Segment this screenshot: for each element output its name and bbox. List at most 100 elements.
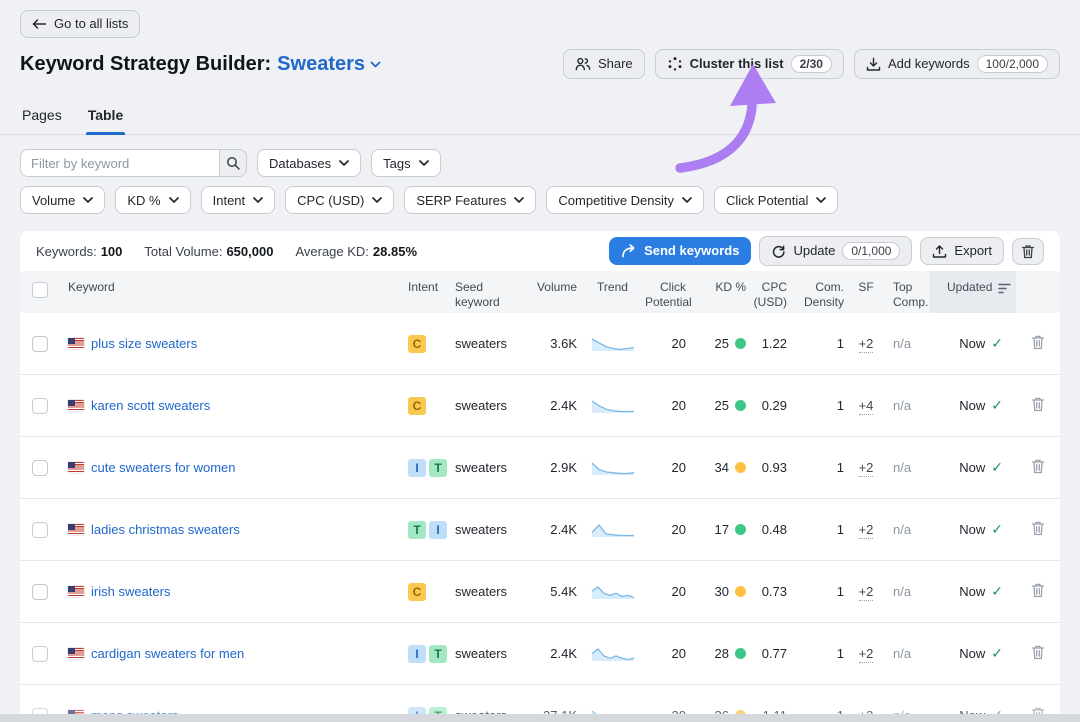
- keyword-link[interactable]: cute sweaters for women: [91, 460, 236, 475]
- search-button[interactable]: [219, 149, 247, 177]
- tab-pages[interactable]: Pages: [20, 101, 64, 134]
- send-keywords-button[interactable]: Send keywords: [609, 237, 751, 265]
- list-stats: Keywords:100 Total Volume:650,000 Averag…: [36, 244, 417, 259]
- intent-badge-T: T: [408, 521, 426, 539]
- chevron-down-icon: [816, 197, 826, 203]
- kd-value: 34: [700, 460, 750, 475]
- filter-keyword-input[interactable]: [20, 149, 219, 177]
- delete-row-button[interactable]: [1029, 642, 1047, 665]
- row-checkbox[interactable]: [32, 584, 48, 600]
- page: Go to all lists Keyword Strategy Builder…: [0, 0, 1080, 722]
- export-button[interactable]: Export: [920, 237, 1004, 265]
- row-checkbox[interactable]: [32, 460, 48, 476]
- filter-dropdown-intent[interactable]: Intent: [201, 186, 276, 214]
- volume-value: 2.9K: [525, 460, 580, 475]
- delete-row-button[interactable]: [1029, 394, 1047, 417]
- col-header-keyword[interactable]: Keyword: [60, 271, 400, 313]
- serp-features-count[interactable]: +2: [859, 460, 874, 477]
- updated-check-icon: ✓: [991, 397, 1003, 414]
- col-header-top-comp[interactable]: Top Comp.: [884, 271, 930, 313]
- intent-cell: C: [400, 397, 450, 415]
- filter-dropdown-volume[interactable]: Volume: [20, 186, 105, 214]
- serp-features-count[interactable]: +4: [859, 398, 874, 415]
- databases-dropdown[interactable]: Databases: [257, 149, 361, 177]
- col-header-intent[interactable]: Intent: [400, 271, 450, 313]
- list-name-dropdown[interactable]: Sweaters: [277, 53, 381, 76]
- keyword-link[interactable]: cardigan sweaters for men: [91, 646, 244, 661]
- serp-features-count[interactable]: +2: [859, 646, 874, 663]
- updated-check-icon: ✓: [991, 583, 1003, 600]
- intent-badge-I: I: [408, 645, 426, 663]
- cluster-button-label: Cluster this list: [690, 56, 784, 72]
- filter-dropdown-competitive-density[interactable]: Competitive Density: [546, 186, 704, 214]
- share-button[interactable]: Share: [563, 49, 645, 79]
- row-checkbox[interactable]: [32, 646, 48, 662]
- col-header-com-density[interactable]: Com. Density: [792, 271, 848, 313]
- delete-list-button[interactable]: [1012, 238, 1044, 265]
- kd-dot-green: [735, 524, 746, 535]
- col-header-trend[interactable]: Trend: [580, 271, 645, 313]
- filter-dropdown-label: Volume: [32, 193, 75, 208]
- trend-cell: [580, 522, 645, 538]
- col-header-sf[interactable]: SF: [848, 271, 884, 313]
- update-button-label: Update: [793, 243, 835, 259]
- col-header-updated[interactable]: Updated: [930, 271, 1016, 313]
- kd-dot-green: [735, 338, 746, 349]
- trend-sparkline-chart: [591, 522, 635, 538]
- table-row: irish sweatersCsweaters5.4K20300.731+2n/…: [20, 561, 1060, 623]
- cluster-icon: [667, 56, 683, 72]
- tab-table[interactable]: Table: [86, 101, 126, 134]
- delete-row-button[interactable]: [1029, 518, 1047, 541]
- col-header-cpc[interactable]: CPC (USD): [750, 271, 792, 313]
- cpc-value: 0.29: [750, 398, 792, 413]
- keyword-link[interactable]: karen scott sweaters: [91, 398, 210, 413]
- top-comp-value: n/a: [884, 398, 930, 413]
- row-checkbox[interactable]: [32, 336, 48, 352]
- refresh-icon: [771, 244, 786, 259]
- serp-features-count[interactable]: +2: [859, 522, 874, 539]
- top-comp-value: n/a: [884, 646, 930, 661]
- delete-row-button[interactable]: [1029, 456, 1047, 479]
- serp-features-count[interactable]: +2: [859, 336, 874, 353]
- intent-badge-C: C: [408, 583, 426, 601]
- send-arrow-icon: [621, 244, 637, 258]
- trend-sparkline-chart: [591, 646, 635, 662]
- cpc-value: 0.48: [750, 522, 792, 537]
- filter-dropdown-serp-features[interactable]: SERP Features: [404, 186, 536, 214]
- top-comp-value: n/a: [884, 584, 930, 599]
- delete-row-button[interactable]: [1029, 580, 1047, 603]
- intent-badge-T: T: [429, 459, 447, 477]
- trash-icon: [1031, 334, 1045, 350]
- updated-value: Now: [959, 336, 985, 351]
- row-checkbox[interactable]: [32, 398, 48, 414]
- trash-icon: [1031, 644, 1045, 660]
- go-to-all-lists-button[interactable]: Go to all lists: [20, 10, 140, 38]
- update-button[interactable]: Update 0/1,000: [759, 236, 912, 266]
- keyword-link[interactable]: plus size sweaters: [91, 336, 197, 351]
- trend-sparkline-chart: [591, 584, 635, 600]
- col-header-seed-keyword[interactable]: Seed keyword: [450, 271, 525, 313]
- cluster-this-list-button[interactable]: Cluster this list 2/30: [655, 49, 844, 79]
- serp-features-count[interactable]: +2: [859, 584, 874, 601]
- filter-dropdown-click-potential[interactable]: Click Potential: [714, 186, 838, 214]
- add-keywords-button[interactable]: Add keywords 100/2,000: [854, 49, 1060, 79]
- cpc-value: 1.22: [750, 336, 792, 351]
- select-all-checkbox[interactable]: [32, 282, 48, 298]
- add-keywords-badge: 100/2,000: [977, 55, 1048, 73]
- tags-dropdown-label: Tags: [383, 156, 410, 171]
- row-checkbox[interactable]: [32, 522, 48, 538]
- trend-cell: [580, 646, 645, 662]
- col-header-kd[interactable]: KD %: [700, 271, 750, 313]
- delete-row-button[interactable]: [1029, 332, 1047, 355]
- filter-dropdown-kd[interactable]: KD %: [115, 186, 190, 214]
- cpc-value: 0.77: [750, 646, 792, 661]
- keyword-link[interactable]: ladies christmas sweaters: [91, 522, 240, 537]
- title-row: Keyword Strategy Builder: Sweaters Share…: [20, 49, 1060, 79]
- trend-sparkline-chart: [591, 336, 635, 352]
- filter-dropdown-cpc-usd[interactable]: CPC (USD): [285, 186, 394, 214]
- keyword-link[interactable]: irish sweaters: [91, 584, 170, 599]
- tags-dropdown[interactable]: Tags: [371, 149, 440, 177]
- col-header-click-potential[interactable]: Click Potential: [645, 271, 700, 313]
- col-header-volume[interactable]: Volume: [525, 271, 580, 313]
- kd-value: 30: [700, 584, 750, 599]
